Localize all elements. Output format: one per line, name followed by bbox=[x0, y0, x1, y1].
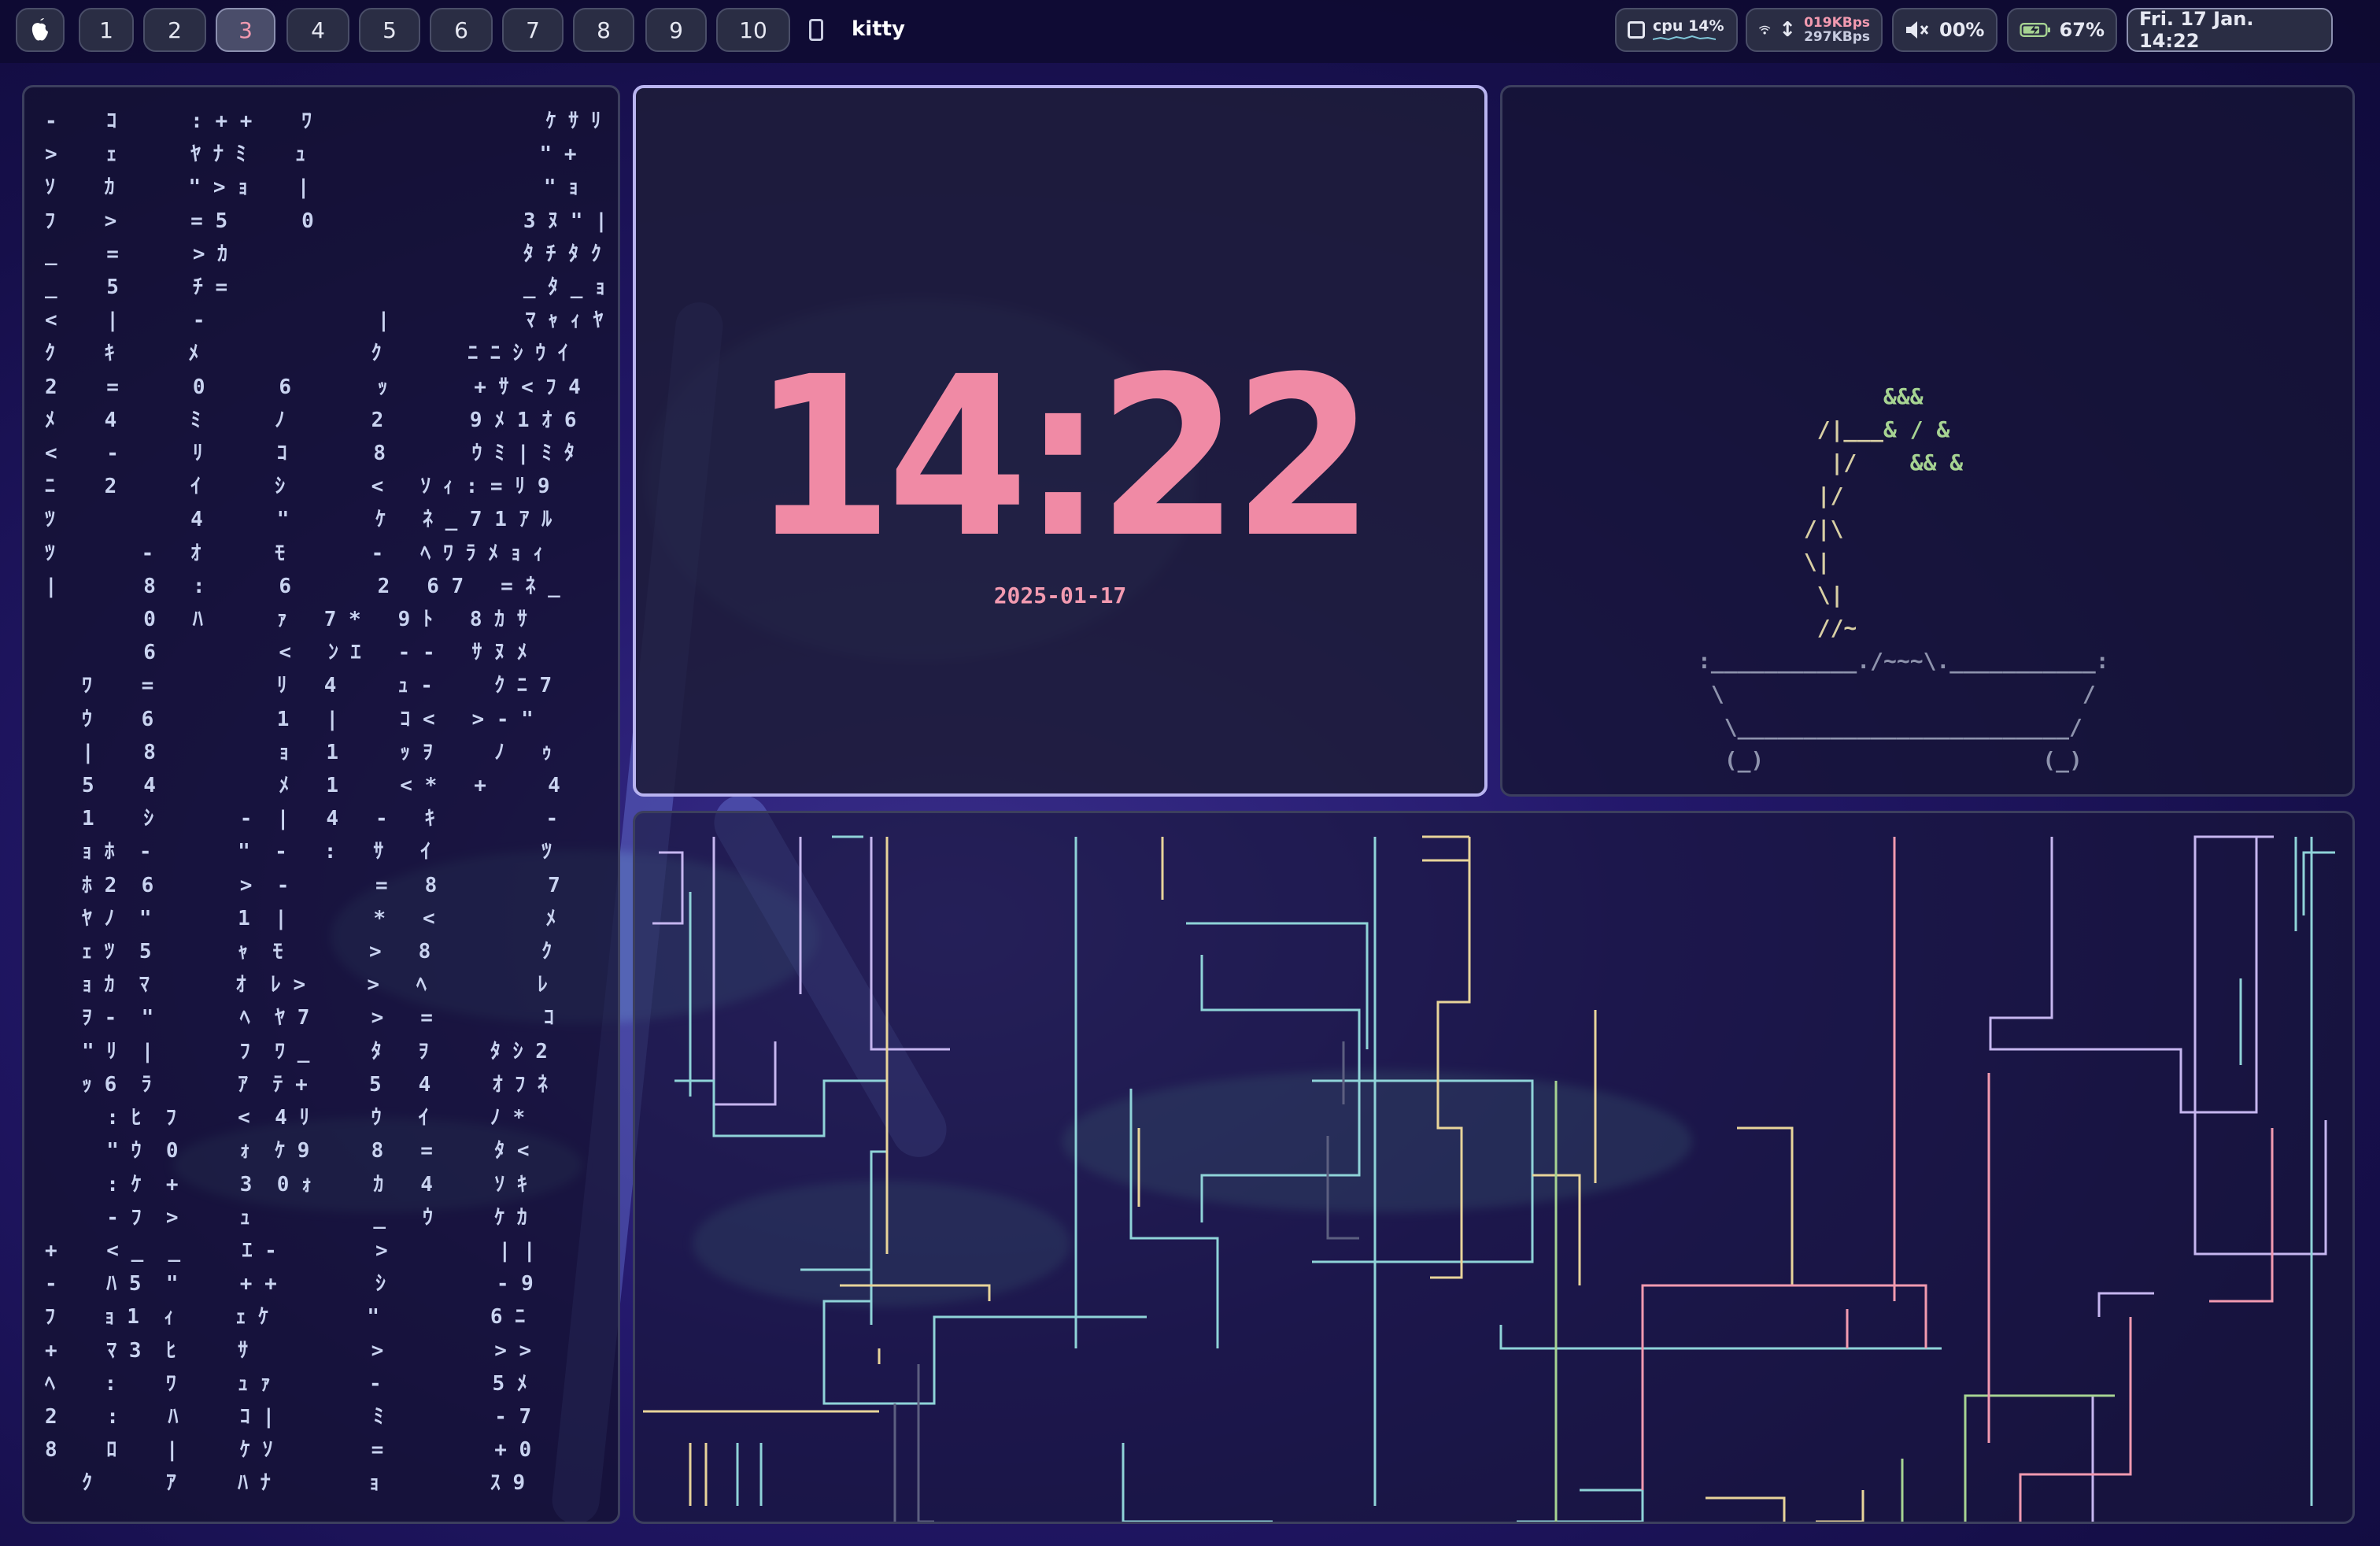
cpu-label: cpu bbox=[1653, 17, 1683, 35]
workspace-button-10[interactable]: 10 bbox=[716, 8, 790, 52]
bonsai-pot-line: (_) (_) bbox=[1698, 747, 2082, 773]
workspace-button-5[interactable]: 5 bbox=[359, 8, 420, 52]
workspace-button-2[interactable]: 2 bbox=[143, 8, 206, 52]
wifi-icon bbox=[1758, 25, 1771, 35]
bonsai-line: /|\ bbox=[1698, 516, 1844, 542]
top-status-bar: 1 2 3 4 5 6 7 8 9 10 kitty cpu 14% ↕ 019… bbox=[0, 0, 2380, 63]
apple-icon bbox=[31, 18, 48, 41]
bonsai-line: &&& bbox=[1883, 383, 1924, 409]
workspace-button-9[interactable]: 9 bbox=[645, 8, 707, 52]
updown-arrow-icon: ↕ bbox=[1779, 18, 1797, 42]
bonsai-line: |/ bbox=[1698, 483, 1844, 509]
workspace-button-1[interactable]: 1 bbox=[79, 8, 134, 52]
clock-time: 14:22 bbox=[752, 330, 1374, 586]
bonsai-line: |/ && & bbox=[1698, 449, 1964, 475]
bonsai-pot-line: \ / bbox=[1698, 681, 2096, 707]
cpu-widget[interactable]: cpu 14% bbox=[1615, 8, 1738, 52]
battery-widget[interactable]: 67% bbox=[2007, 8, 2117, 52]
terminal-icon bbox=[809, 19, 823, 41]
workspace-button-3[interactable]: 3 bbox=[216, 8, 275, 52]
terminal-window-clock[interactable]: 14:22 2025-01-17 bbox=[633, 85, 1488, 797]
workspace-button-6[interactable]: 6 bbox=[430, 8, 493, 52]
bonsai-line: //~ bbox=[1698, 615, 1857, 641]
battery-charging-icon bbox=[2020, 23, 2050, 37]
front-app-name[interactable]: kitty bbox=[852, 17, 905, 41]
terminal-window-pipes[interactable] bbox=[633, 811, 2355, 1524]
clock-date: 2025-01-17 bbox=[993, 583, 1127, 608]
terminal-window-bonsai[interactable]: &&& /|___& / & |/ && & |/ /|\ \| \| //~ … bbox=[1500, 85, 2355, 797]
network-upload-rate: 019KBps bbox=[1804, 15, 1870, 31]
datetime-label: Fri. 17 Jan. 14:22 bbox=[2139, 8, 2254, 52]
workspace-button-4[interactable]: 4 bbox=[286, 8, 349, 52]
bonsai-pot-line: \_________________________/ bbox=[1698, 714, 2082, 740]
matrix-rain-text: - ｺ : + + ﾜ ｹ ｻ ﾘ > ｪ ﾔ ﾅ ﾐ ｭ " + ｿ ｶ " … bbox=[45, 109, 608, 1496]
apple-menu-button[interactable] bbox=[16, 8, 65, 52]
volume-level: 00% bbox=[1939, 19, 1985, 41]
battery-level: 67% bbox=[2059, 19, 2105, 41]
cpu-graph bbox=[1653, 35, 1716, 41]
network-download-rate: 297KBps bbox=[1804, 29, 1870, 45]
datetime-widget[interactable]: Fri. 17 Jan. 14:22 bbox=[2127, 8, 2333, 52]
network-widget[interactable]: ↕ 019KBps 297KBps bbox=[1746, 8, 1883, 52]
bonsai-line: /|___& / & bbox=[1698, 416, 1950, 442]
bonsai-ascii-art: &&& /|___& / & |/ && & |/ /|\ \| \| //~ … bbox=[1698, 380, 2109, 777]
bonsai-line: \| bbox=[1698, 549, 1831, 575]
cpu-icon bbox=[1628, 21, 1645, 39]
pipes-screensaver bbox=[643, 835, 2335, 1522]
bonsai-pot-line: :___________./~~~\.___________: bbox=[1698, 648, 2109, 674]
cpu-value: 14% bbox=[1688, 17, 1724, 35]
terminal-window-matrix[interactable]: - ｺ : + + ﾜ ｹ ｻ ﾘ > ｪ ﾔ ﾅ ﾐ ｭ " + ｿ ｶ " … bbox=[22, 85, 620, 1524]
workspace-button-7[interactable]: 7 bbox=[502, 8, 564, 52]
volume-widget[interactable]: 00% bbox=[1892, 8, 1998, 52]
workspace-button-8[interactable]: 8 bbox=[573, 8, 634, 52]
speaker-muted-icon bbox=[1906, 21, 1929, 39]
bonsai-line: \| bbox=[1698, 582, 1844, 608]
